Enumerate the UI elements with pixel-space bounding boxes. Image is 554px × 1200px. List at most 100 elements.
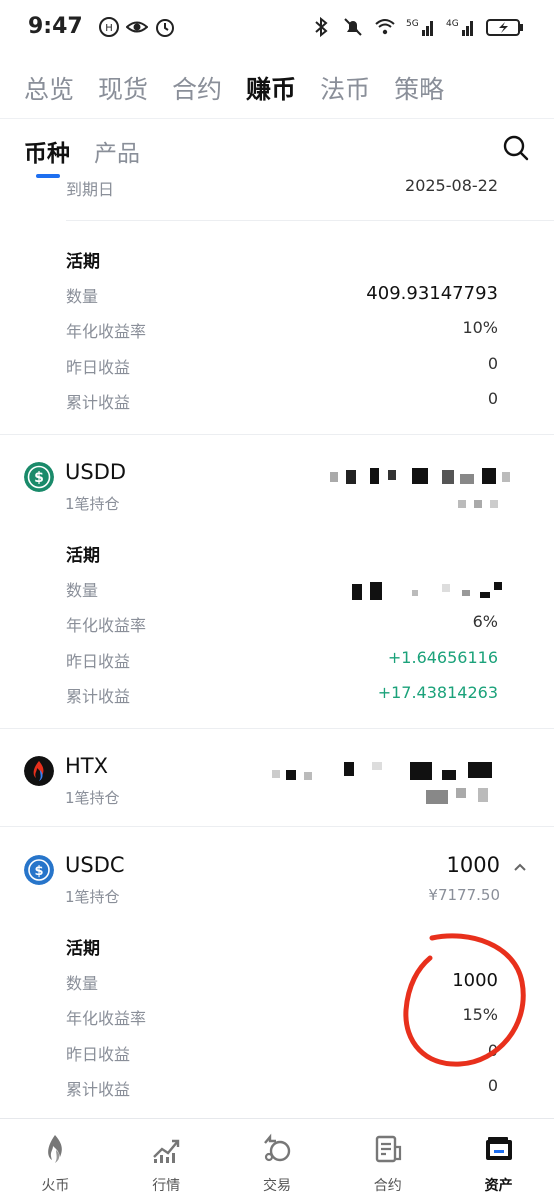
eye-icon [126, 21, 148, 33]
yesterday-earn-label: 昨日收益 [66, 358, 131, 377]
total-earn-label: 累计收益 [66, 393, 131, 412]
coin-name: USDD [65, 460, 127, 484]
nav-label: 行情 [152, 1178, 181, 1194]
flame-icon [48, 1135, 63, 1163]
coin-positions: 1笔持仓 [65, 789, 120, 807]
subtab-active-indicator [36, 174, 60, 178]
tab-earn[interactable]: 赚币 [246, 70, 296, 106]
flex-title: 活期 [66, 939, 100, 959]
yesterday-earn-label: 昨日收益 [66, 1045, 131, 1064]
apr-row: 年化收益率 15% [66, 1005, 498, 1029]
yesterday-earn-row: 昨日收益 +1.64656116 [66, 648, 498, 672]
market-chart-icon [153, 1139, 180, 1163]
svg-text:$: $ [34, 470, 44, 486]
qty-label: 数量 [66, 974, 99, 993]
total-earn-value: 0 [487, 389, 498, 408]
row-divider [66, 220, 554, 221]
header-divider [0, 118, 554, 119]
qty-value: 409.93147793 [366, 283, 498, 304]
yesterday-earn-label: 昨日收益 [66, 652, 131, 671]
wifi-icon [375, 19, 395, 35]
wallet-icon [485, 1137, 512, 1160]
bottom-nav: 火币 行情 交易 合约 资产 [0, 1118, 554, 1200]
apr-label: 年化收益率 [66, 616, 147, 635]
section-divider [0, 434, 554, 435]
signal-4g-icon: 4G [446, 19, 473, 36]
top-tab-bar: 总览 现货 合约 赚币 法币 策略 [24, 70, 444, 106]
total-earn-value: +17.43814263 [377, 683, 498, 702]
subtab-product[interactable]: 产品 [94, 134, 140, 168]
tab-spot[interactable]: 现货 [98, 70, 148, 106]
flex-title: 活期 [66, 252, 100, 272]
coin-amount: 1000 [446, 853, 500, 877]
contract-icon [375, 1135, 401, 1163]
nav-market[interactable]: 行情 [111, 1119, 222, 1200]
redacted-amount [330, 466, 510, 511]
signal-5g-icon: 5G [406, 19, 433, 36]
battery-icon [486, 19, 523, 36]
qty-value: 1000 [452, 970, 498, 991]
apr-row: 年化收益率 10% [66, 318, 498, 342]
tab-futures[interactable]: 合约 [172, 70, 222, 106]
usdd-logo-icon: $ [24, 462, 54, 492]
apr-value: 6% [472, 612, 498, 631]
total-earn-value: 0 [487, 1076, 498, 1095]
maturity-row: 到期日 2025-08-22 [66, 176, 498, 200]
section-divider [0, 728, 554, 729]
flex-title: 活期 [66, 546, 100, 566]
coin-fiat-value: ¥7177.50 [428, 886, 500, 904]
yesterday-earn-row: 昨日收益 0 [66, 1041, 498, 1065]
htx-logo-icon [24, 756, 54, 786]
tab-strategy[interactable]: 策略 [394, 70, 444, 106]
apr-row: 年化收益率 6% [66, 612, 498, 636]
qty-row: 数量 409.93147793 [66, 283, 498, 307]
tab-overview[interactable]: 总览 [24, 70, 74, 106]
total-earn-row: 累计收益 +17.43814263 [66, 683, 498, 707]
qty-label: 数量 [66, 581, 99, 600]
trade-icon [264, 1133, 291, 1162]
apr-label: 年化收益率 [66, 322, 147, 341]
yesterday-earn-row: 昨日收益 0 [66, 354, 498, 378]
yesterday-earn-value: +1.64656116 [387, 648, 498, 667]
notification-badge-icon: H [99, 17, 119, 37]
nav-label: 资产 [484, 1178, 513, 1194]
nav-home[interactable]: 火币 [0, 1119, 111, 1200]
qty-label: 数量 [66, 287, 99, 306]
yesterday-earn-value: 0 [487, 354, 498, 373]
bluetooth-icon [315, 16, 328, 38]
nav-trade[interactable]: 交易 [222, 1119, 333, 1200]
subtab-coin[interactable]: 币种 [24, 134, 70, 168]
mute-icon [344, 18, 362, 36]
nav-assets[interactable]: 资产 [443, 1119, 554, 1200]
apr-value: 15% [462, 1005, 498, 1024]
apr-value: 10% [462, 318, 498, 337]
chevron-up-icon[interactable] [512, 859, 528, 875]
alarm-icon [156, 19, 174, 37]
nav-contract[interactable]: 合约 [332, 1119, 443, 1200]
coin-positions: 1笔持仓 [65, 888, 120, 906]
usdc-logo-icon: $ [24, 855, 54, 885]
status-bar: 9:47 H 5G 4G [0, 0, 554, 58]
maturity-value: 2025-08-22 [405, 176, 498, 195]
nav-label: 火币 [41, 1178, 70, 1194]
search-icon[interactable] [502, 134, 530, 162]
yesterday-earn-value: 0 [487, 1041, 498, 1060]
total-earn-row: 累计收益 0 [66, 389, 498, 413]
svg-text:4G: 4G [446, 19, 459, 29]
coin-positions: 1笔持仓 [65, 495, 120, 513]
tab-fiat[interactable]: 法币 [320, 70, 370, 106]
sub-tab-bar: 币种 产品 [24, 134, 140, 168]
total-earn-row: 累计收益 0 [66, 1076, 498, 1100]
svg-text:$: $ [34, 864, 43, 879]
maturity-label: 到期日 [66, 180, 115, 199]
svg-text:5G: 5G [406, 19, 419, 29]
total-earn-label: 累计收益 [66, 687, 131, 706]
section-divider [0, 826, 554, 827]
coin-header-usdc[interactable]: $ USDC 1笔持仓 1000 ¥7177.50 [24, 853, 530, 913]
status-time: 9:47 [28, 14, 83, 39]
qty-row: 数量 1000 [66, 970, 498, 994]
apr-label: 年化收益率 [66, 1009, 147, 1028]
nav-label: 合约 [373, 1178, 402, 1194]
svg-text:H: H [105, 23, 113, 34]
coin-name: USDC [65, 853, 125, 877]
